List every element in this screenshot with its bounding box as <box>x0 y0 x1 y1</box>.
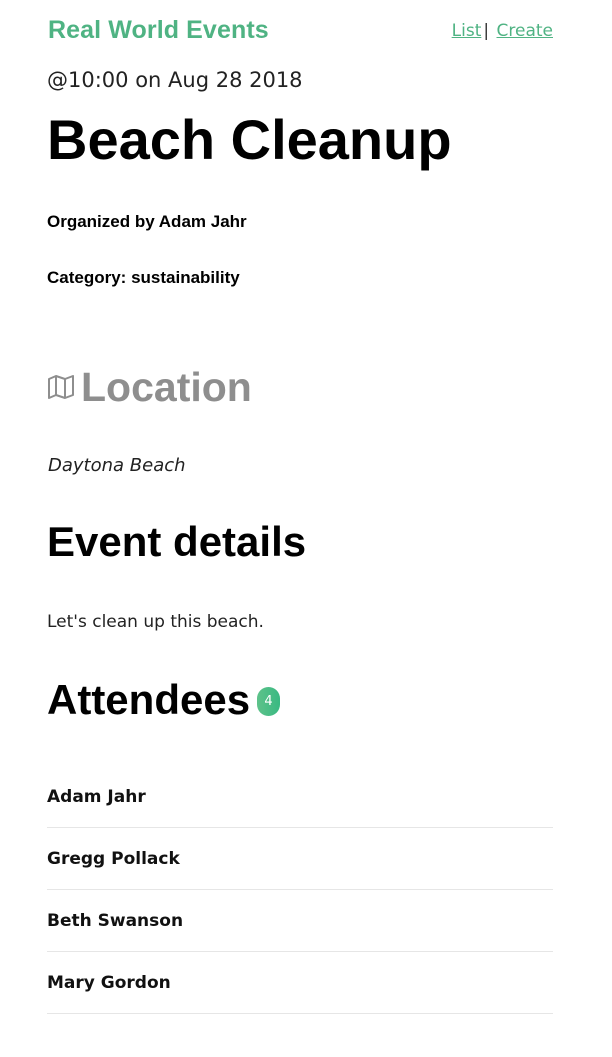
event-datetime: @10:00 on Aug 28 2018 <box>47 68 303 92</box>
top-nav: Real World Events List | Create <box>47 16 553 50</box>
brand-logo-link[interactable]: Real World Events <box>48 16 269 45</box>
attendees-heading: Attendees 4 <box>47 676 281 724</box>
nav-links: List | Create <box>452 21 553 41</box>
attendee-item: Gregg Pollack <box>47 828 553 890</box>
attendee-name: Adam Jahr <box>47 786 146 807</box>
location-title: Location <box>81 363 252 410</box>
location-heading: Location <box>47 360 252 414</box>
event-details-title: Event details <box>47 518 307 565</box>
nav-link-list[interactable]: List <box>452 21 482 41</box>
attendee-name: Beth Swanson <box>47 910 184 931</box>
attendees-title: Attendees <box>47 676 251 723</box>
attendee-name: Gregg Pollack <box>47 848 180 869</box>
map-icon <box>47 375 75 399</box>
location-address: Daytona Beach <box>48 455 186 476</box>
event-description: Let's clean up this beach. <box>47 612 264 632</box>
attendee-name: Mary Gordon <box>47 972 171 993</box>
attendee-count-badge: 4 <box>257 686 281 716</box>
attendee-item: Adam Jahr <box>47 766 553 828</box>
event-organizer: Organized by Adam Jahr <box>47 212 247 231</box>
attendee-item: Mary Gordon <box>47 952 553 1014</box>
nav-link-create[interactable]: Create <box>497 21 554 41</box>
event-category: Category: sustainability <box>47 268 240 287</box>
nav-separator: | <box>483 21 490 41</box>
attendee-item: Beth Swanson <box>47 890 553 952</box>
attendee-list: Adam Jahr Gregg Pollack Beth Swanson Mar… <box>47 766 553 1014</box>
event-title: Beach Cleanup <box>47 108 452 171</box>
